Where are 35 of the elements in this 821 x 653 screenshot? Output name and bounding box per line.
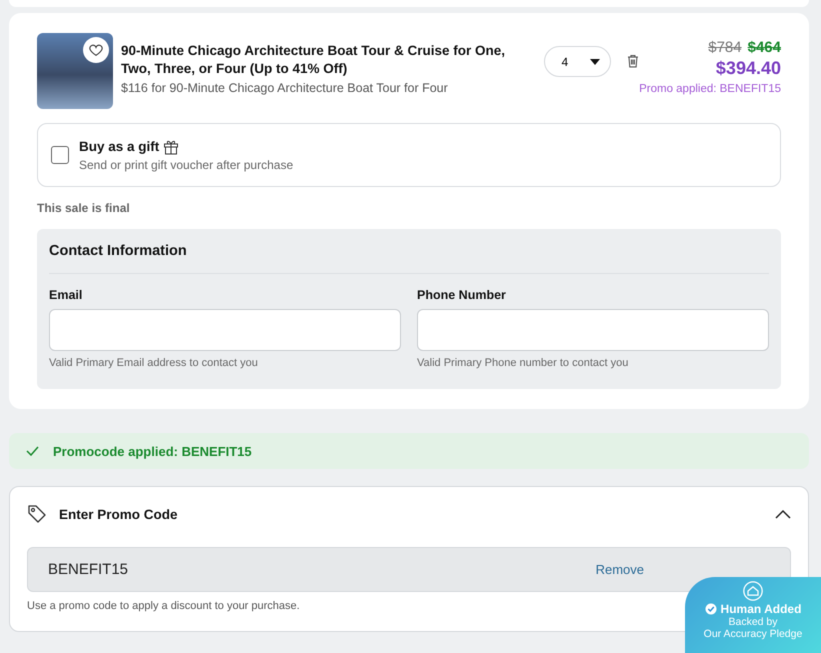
gift-label: Buy as a gift (79, 139, 160, 154)
promo-code-field[interactable]: BENEFIT15 Remove (27, 547, 791, 592)
final-price: $394.40 (714, 58, 781, 79)
field-hint: Valid Primary Phone number to contact you (417, 357, 630, 369)
chevron-icon[interactable] (775, 509, 791, 519)
section-title: Contact Information (49, 243, 769, 274)
product-title: 90-Minute Chicago Architecture Boat Tour & Cruise for One, Two, Three, or Four (Up to 41% Off) (121, 42, 506, 78)
promo-note: Promo applied: BENEFIT15 (639, 83, 781, 95)
product-option: $116 for 90-Minute Chicago Architecture Boat Tour for Four (121, 81, 508, 95)
field-label: Email (49, 288, 84, 302)
check-circle-icon (704, 603, 717, 615)
caret-icon (590, 58, 600, 64)
badge-title: Human Added (720, 602, 802, 616)
input-field[interactable] (417, 309, 769, 351)
promo-hint: Use a promo code to apply a discount to your purchase. (27, 600, 300, 612)
field-hint: Valid Primary Email address to contact you (49, 357, 259, 369)
badge-text: Backed by (728, 616, 778, 628)
home-icon (743, 581, 763, 601)
tag-icon (27, 504, 47, 524)
discount-price: $464 (748, 39, 781, 56)
sale-note: This sale is final (37, 201, 131, 215)
quantity-dropdown[interactable]: 4 (544, 46, 612, 77)
gift-hint: Send or print gift voucher after purchase (79, 158, 294, 172)
promo-title: Enter Promo Code (59, 506, 178, 522)
trash-icon[interactable] (627, 54, 640, 68)
banner-text: Promocode applied: BENEFIT15 (53, 444, 252, 458)
original-price: $784 (708, 39, 742, 56)
check-icon (26, 446, 39, 456)
input-field[interactable] (49, 309, 401, 351)
badge-text: Our Accuracy Pledge (704, 628, 802, 640)
gift-icon (163, 138, 180, 154)
field-label: Phone Number (417, 288, 507, 302)
promo-code-value: BENEFIT15 (48, 561, 128, 578)
gift-checkbox[interactable] (51, 146, 69, 164)
remove-button[interactable]: Remove (590, 561, 650, 578)
